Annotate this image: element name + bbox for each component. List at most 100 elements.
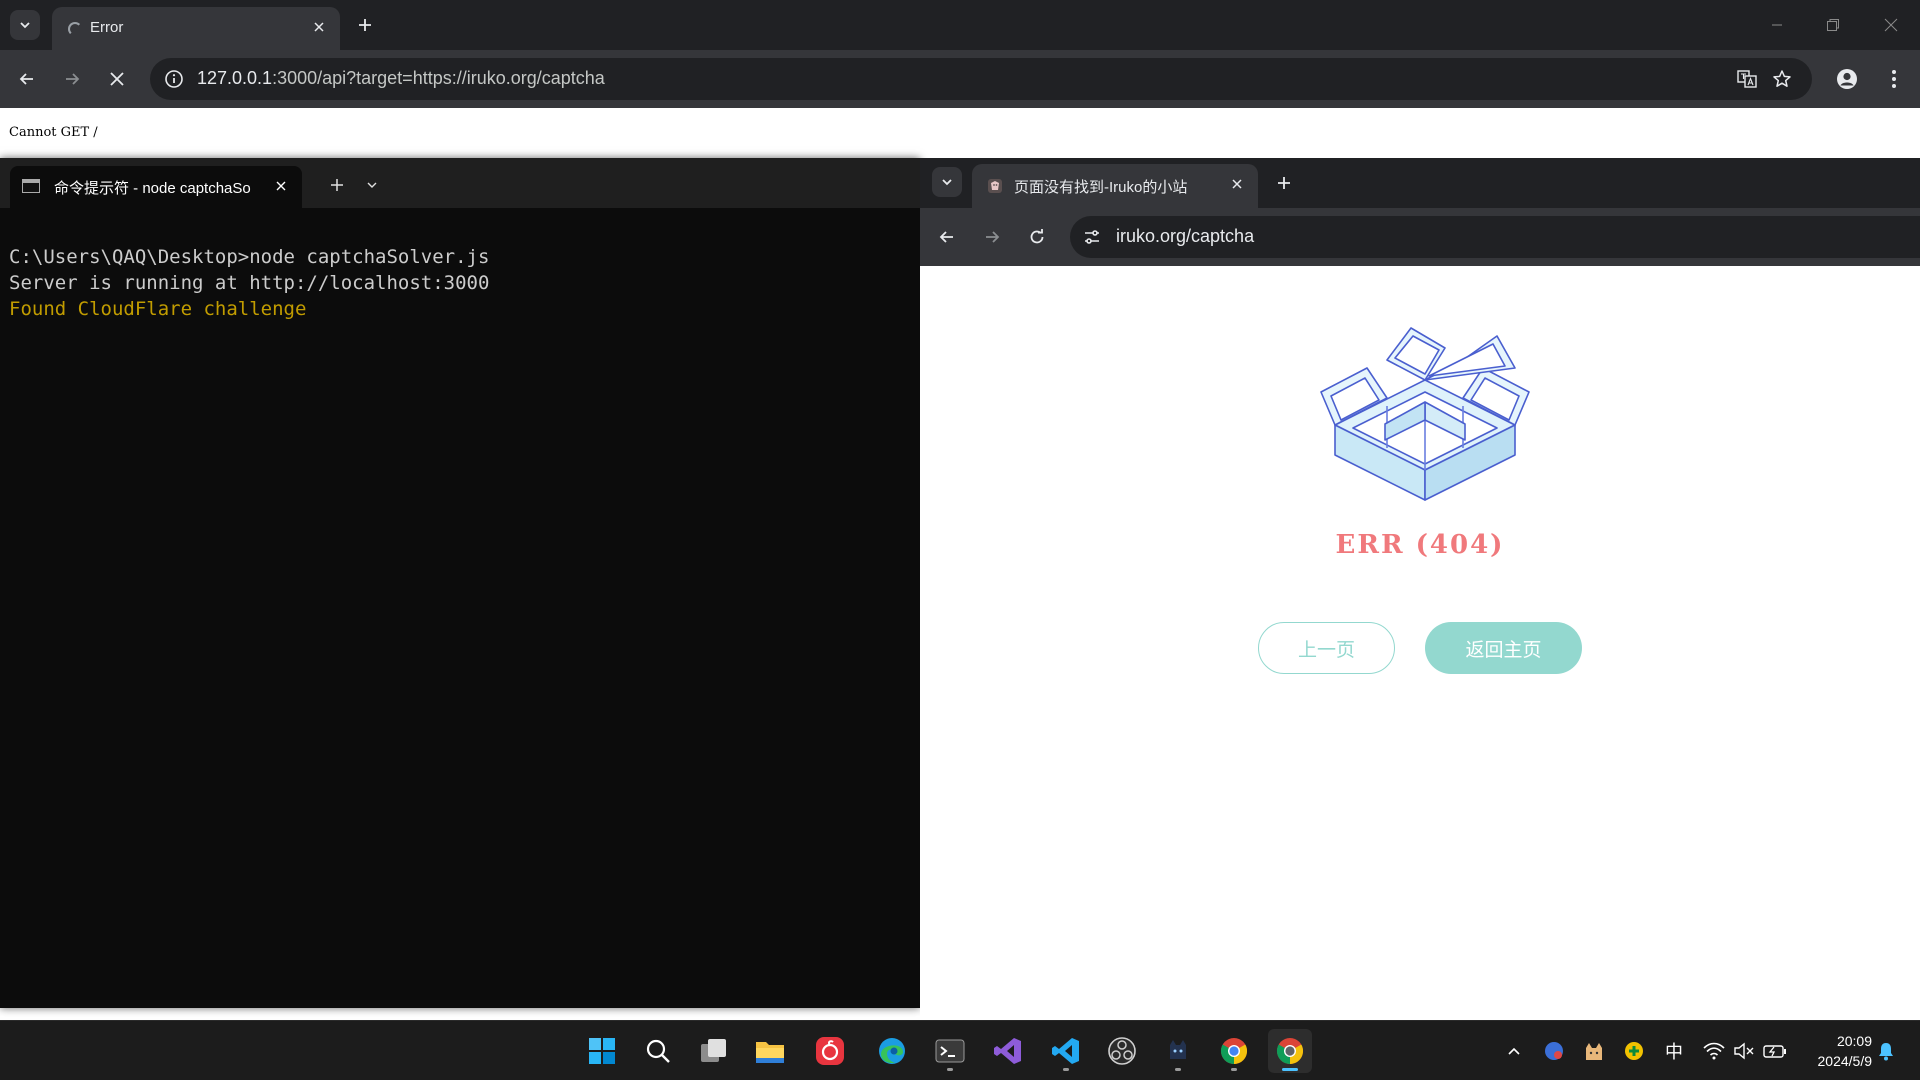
terminal-tab-bar: 命令提示符 - node captchaSo (0, 158, 920, 208)
browser-window-main: Error 127.0.0.1:3000/api?target=https://… (0, 0, 1920, 158)
forward-button[interactable] (56, 63, 88, 95)
tab-strip: 页面没有找到-Iruko的小站 (920, 158, 1920, 208)
new-tab-button[interactable] (353, 13, 377, 37)
chrome-icon (1220, 1038, 1248, 1065)
vscode-button[interactable] (1044, 1029, 1088, 1073)
stop-loading-button[interactable] (101, 63, 133, 95)
page-content: ERR (404) 上一页 返回主页 (920, 266, 1920, 1018)
error-message: Cannot GET / (9, 125, 98, 140)
chrome-test-button[interactable] (1268, 1029, 1312, 1073)
task-view-button[interactable] (692, 1029, 736, 1073)
edge-button[interactable] (870, 1029, 914, 1073)
close-window-button[interactable] (1876, 10, 1906, 40)
box-illustration (1320, 327, 1530, 501)
menu-button[interactable] (1878, 63, 1910, 95)
obs-button[interactable] (1100, 1029, 1144, 1073)
chevron-down-icon (942, 179, 952, 186)
chrome-button[interactable] (1212, 1029, 1256, 1073)
arrow-left-icon (19, 73, 33, 85)
loading-spinner-icon (68, 22, 82, 36)
cat-app-icon (1170, 1040, 1186, 1059)
close-tab-button[interactable] (1228, 175, 1246, 193)
chevron-up-icon (1508, 1047, 1520, 1055)
site-settings-icon[interactable] (1082, 227, 1102, 247)
tray-app-1[interactable] (1540, 1037, 1568, 1065)
plus-icon (359, 19, 371, 31)
terminal-line-highlight: Found CloudFlare challenge (9, 298, 307, 320)
close-icon (276, 181, 286, 191)
search-button[interactable] (636, 1029, 680, 1073)
toolbar: 127.0.0.1:3000/api?target=https://iruko.… (0, 50, 1920, 108)
url-host: 127.0.0.1 (197, 68, 273, 88)
file-explorer-button[interactable] (748, 1029, 792, 1073)
terminal-line: Server is running at http://localhost:30… (9, 272, 490, 294)
terminal-output[interactable]: C:\Users\QAQ\Desktop>node captchaSolver.… (9, 244, 489, 322)
bell-icon (1879, 1043, 1893, 1061)
back-button[interactable] (931, 221, 963, 253)
tab-iruko[interactable]: 页面没有找到-Iruko的小站 (972, 164, 1258, 208)
terminal-tab[interactable]: 命令提示符 - node captchaSo (10, 166, 302, 208)
tab-search-button[interactable] (10, 10, 40, 40)
tab-strip: Error (0, 0, 1920, 50)
obs-icon (1108, 1037, 1136, 1065)
cat-tray-icon (1586, 1043, 1602, 1060)
previous-page-button[interactable]: 上一页 (1258, 622, 1395, 674)
tab-error[interactable]: Error (52, 7, 340, 50)
close-tab-button[interactable] (310, 18, 328, 36)
arrow-right-icon (66, 73, 80, 85)
netease-music-button[interactable] (808, 1029, 852, 1073)
windows-start-icon (589, 1038, 615, 1064)
tray-app-2[interactable] (1580, 1037, 1608, 1065)
address-bar[interactable]: 127.0.0.1:3000/api?target=https://iruko.… (150, 58, 1812, 100)
system-clock[interactable]: 20:09 2024/5/9 (1818, 1031, 1873, 1071)
active-indicator (1282, 1068, 1298, 1071)
star-icon[interactable] (1772, 69, 1792, 89)
notifications-button[interactable] (1872, 1037, 1900, 1065)
visual-studio-icon (994, 1038, 1021, 1064)
clock-date: 2024/5/9 (1817, 1053, 1873, 1069)
cmd-icon (22, 179, 40, 193)
search-icon (646, 1039, 670, 1063)
edge-icon (879, 1038, 905, 1064)
folder-icon (756, 1042, 784, 1063)
running-indicator (1175, 1068, 1181, 1071)
close-tab-button[interactable] (272, 177, 290, 195)
plus-icon (1278, 177, 1290, 189)
new-terminal-tab-button[interactable] (325, 173, 349, 197)
url-text: 127.0.0.1:3000/api?target=https://iruko.… (197, 68, 605, 89)
profile-button[interactable] (1831, 63, 1863, 95)
reload-icon (1030, 229, 1044, 244)
translate-icon[interactable] (1736, 68, 1758, 90)
error-code: ERR (404) (1335, 530, 1505, 560)
tab-search-button[interactable] (932, 167, 962, 197)
visual-studio-button[interactable] (986, 1029, 1030, 1073)
home-button[interactable]: 返回主页 (1425, 622, 1582, 674)
cat-app-button[interactable] (1156, 1029, 1200, 1073)
close-icon (1232, 179, 1242, 189)
forward-button[interactable] (976, 221, 1008, 253)
wifi-button[interactable] (1700, 1037, 1728, 1065)
terminal-icon (935, 1039, 965, 1063)
start-button[interactable] (580, 1029, 624, 1073)
back-button[interactable] (11, 63, 43, 95)
battery-button[interactable] (1760, 1037, 1790, 1065)
info-icon[interactable] (164, 69, 184, 89)
minimize-icon (1772, 24, 1782, 26)
volume-muted-icon (1734, 1042, 1754, 1060)
arrow-left-icon (939, 231, 953, 243)
close-icon (1884, 18, 1898, 32)
page-content: Cannot GET / (0, 108, 1920, 158)
terminal-dropdown-button[interactable] (362, 175, 382, 195)
plus-icon (331, 179, 343, 191)
show-hidden-icons-button[interactable] (1502, 1037, 1526, 1065)
restore-button[interactable] (1818, 10, 1848, 40)
address-bar[interactable]: iruko.org/captcha (1070, 216, 1920, 258)
netease-music-icon (816, 1037, 844, 1065)
tray-app-3[interactable] (1620, 1037, 1648, 1065)
new-tab-button[interactable] (1272, 171, 1296, 195)
minimize-button[interactable] (1762, 10, 1792, 40)
ime-indicator[interactable]: 中 (1660, 1037, 1688, 1065)
reload-button[interactable] (1021, 221, 1053, 253)
volume-button[interactable] (1730, 1037, 1758, 1065)
terminal-button[interactable] (928, 1029, 972, 1073)
